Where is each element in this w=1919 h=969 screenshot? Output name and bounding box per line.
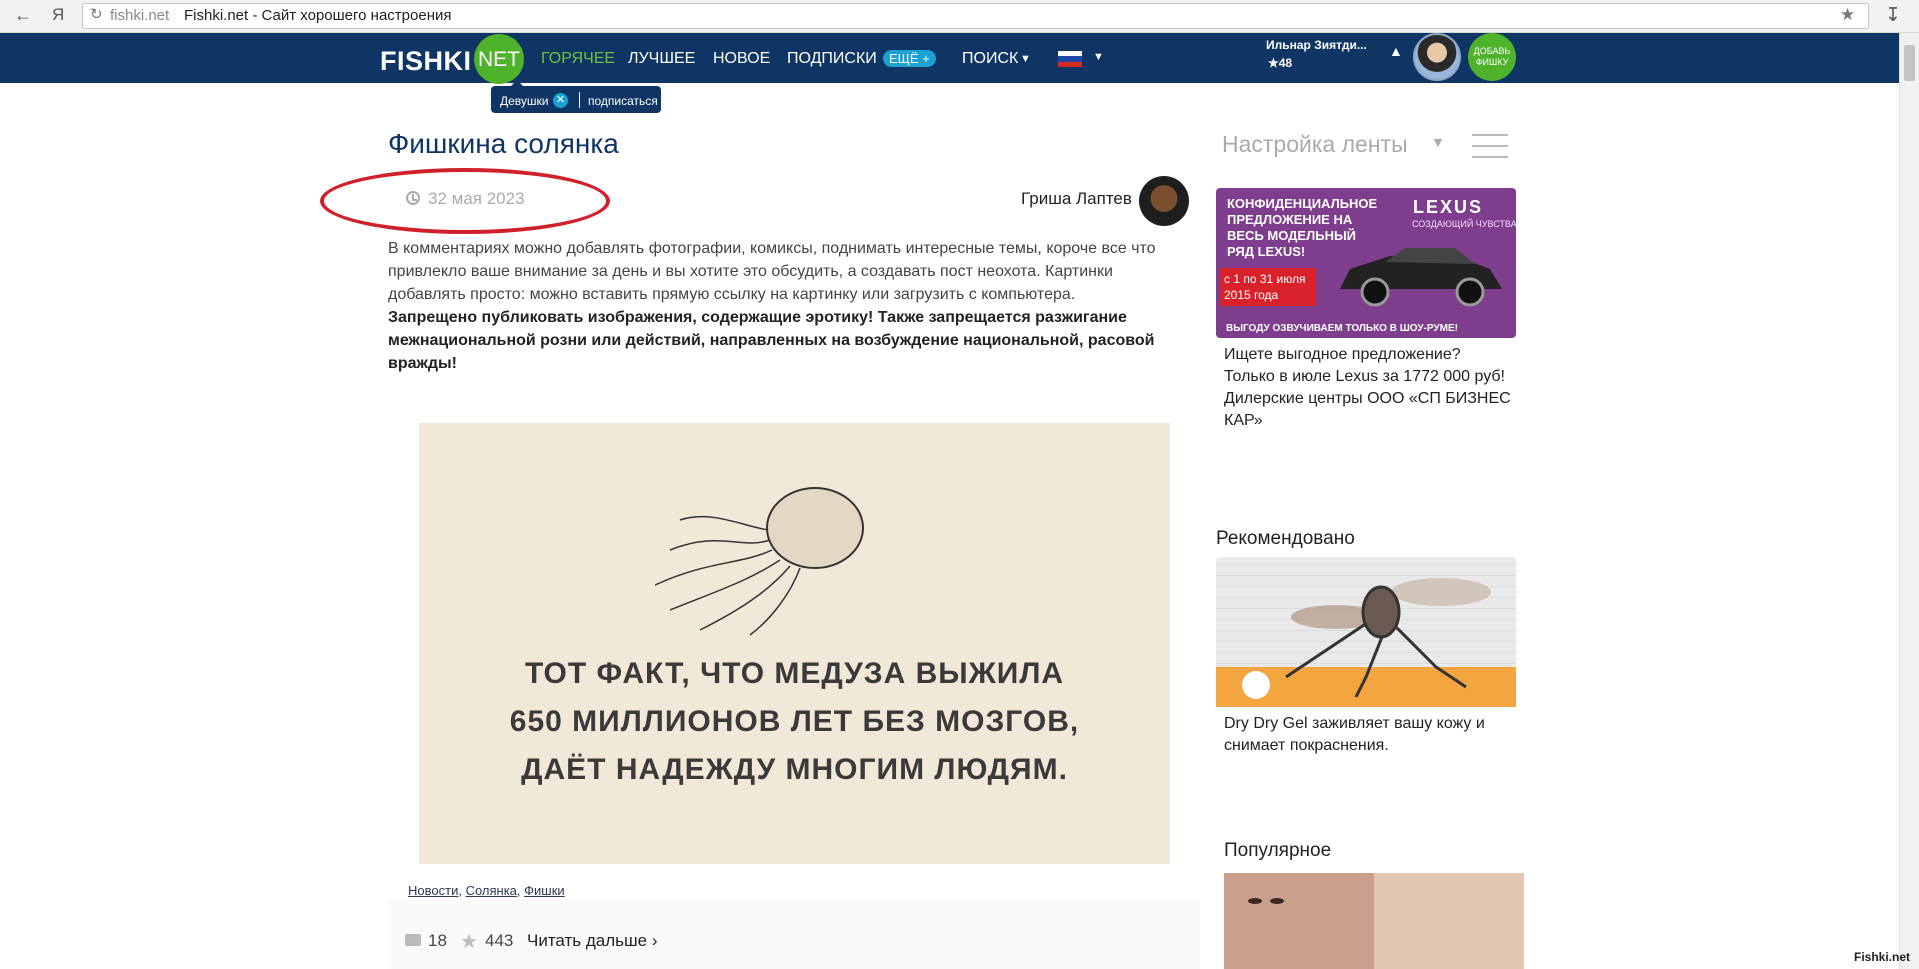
ad-bottom-text: ВЫГОДУ ОЗВУЧИВАЕМ ТОЛЬКО В ШОУ-РУМЕ! (1226, 323, 1458, 334)
search-caret-icon[interactable]: ▼ (1020, 53, 1031, 65)
post-date: 32 мая 2023 (428, 189, 525, 208)
add-post-button[interactable]: ДОБАВЬ ФИШКУ (1468, 33, 1516, 81)
address-page-title: Fishki.net - Сайт хорошего настроения (184, 7, 452, 24)
author-avatar[interactable] (1139, 176, 1189, 226)
chevron-down-icon[interactable]: ▼ (1431, 134, 1445, 150)
car-icon (1340, 248, 1502, 307)
ad-brand: LEXUS (1413, 197, 1484, 217)
site-navbar (0, 33, 1899, 83)
tag-link[interactable]: Фишки (524, 883, 565, 898)
bookmark-star-icon[interactable]: ★ (1840, 5, 1855, 25)
mosquito-icon (1216, 578, 1516, 707)
read-more-link[interactable]: Читать дальше › (527, 931, 658, 951)
close-icon[interactable]: ✕ (553, 93, 568, 108)
watermark: Fishki.net (1854, 950, 1911, 964)
eye-icon (1248, 898, 1284, 904)
star-icon[interactable]: ★ (460, 929, 478, 954)
scrollbar[interactable] (1899, 33, 1919, 969)
reload-icon[interactable]: ↻ (90, 5, 103, 23)
popular-image[interactable] (1224, 873, 1524, 969)
post-title[interactable]: Фишкина солянка (388, 128, 619, 160)
comment-icon[interactable] (405, 934, 421, 946)
clock-icon (406, 191, 420, 205)
nav-more-badge[interactable]: ЕЩЁ + (883, 50, 936, 67)
tag-link[interactable]: Солянка (466, 883, 517, 898)
post-body: В комментариях можно добавлять фотографи… (388, 240, 1156, 303)
scrollbar-thumb[interactable] (1904, 45, 1915, 81)
user-name[interactable]: Ильнар Зиятди... (1266, 38, 1367, 52)
tag-link[interactable]: Новости (408, 883, 458, 898)
ad-date: с 1 по 31 июля 2015 года (1224, 272, 1306, 302)
menu-icon[interactable] (1472, 134, 1508, 167)
nav-item-hot[interactable]: ГОРЯЧЕЕ (541, 50, 615, 68)
feed-settings-label[interactable]: Настройка ленты (1222, 131, 1408, 158)
caret-up-icon[interactable]: ▲ (1389, 43, 1403, 59)
jellyfish-icon (654, 487, 864, 636)
popular-title: Популярное (1224, 840, 1332, 861)
download-icon[interactable]: ↧ (1885, 4, 1901, 27)
comment-count[interactable]: 18 (428, 931, 447, 951)
star-count: 443 (485, 931, 514, 950)
tooltip-divider (579, 92, 580, 108)
logo-net-label[interactable]: NET (474, 48, 524, 72)
user-avatar[interactable] (1413, 33, 1461, 81)
user-points: ★48 (1268, 56, 1293, 70)
nav-item-search[interactable]: ПОИСК (962, 50, 1018, 68)
post-rules: Запрещено публиковать изображения, содер… (388, 309, 1155, 372)
nav-item-subscriptions[interactable]: ПОДПИСКИ (787, 50, 877, 68)
tooltip-tag-label[interactable]: Девушки (500, 94, 549, 108)
nav-item-best[interactable]: ЛУЧШЕЕ (628, 50, 695, 68)
site-logo[interactable]: FISHKI (380, 46, 472, 77)
nav-item-new[interactable]: НОВОЕ (713, 50, 770, 68)
recommended-title: Рекомендовано (1216, 528, 1355, 549)
subscribe-link[interactable]: подписаться (588, 94, 658, 108)
back-arrow-icon[interactable]: ← (14, 5, 32, 26)
post-tags: Новости, Солянка, Фишки (408, 883, 565, 898)
language-caret-icon[interactable]: ▼ (1093, 51, 1104, 63)
russian-flag-icon[interactable] (1058, 51, 1082, 67)
ad-description[interactable]: Ищете выгодное предложение? Только в июл… (1224, 344, 1514, 432)
recommended-text[interactable]: Dry Dry Gel заживляет вашу кожу и снимае… (1224, 713, 1514, 757)
browser-logo[interactable]: Я (52, 5, 64, 25)
author-name[interactable]: Гриша Лаптев (1021, 189, 1132, 209)
image-caption: ТОТ ФАКТ, ЧТО МЕДУЗА ВЫЖИЛА 650 МИЛЛИОНО… (509, 657, 1080, 786)
ad-slogan: СОЗДАЮЩИЙ ЧУВСТВА (1412, 219, 1517, 229)
address-domain: fishki.net (110, 7, 170, 24)
